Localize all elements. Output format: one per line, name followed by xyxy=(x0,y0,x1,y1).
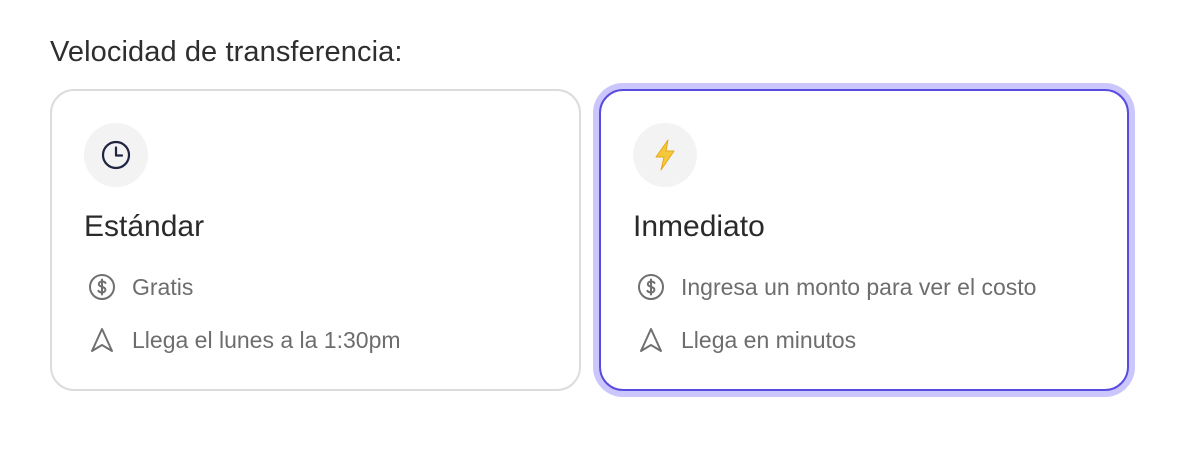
section-heading: Velocidad de transferencia: xyxy=(50,36,403,68)
speed-option-standard[interactable]: Estándar Gratis Llega el lunes a la 1:30… xyxy=(50,89,581,391)
option-arrival: Llega en minutos xyxy=(635,324,856,356)
navigation-arrow-icon xyxy=(86,324,118,356)
option-arrival: Llega el lunes a la 1:30pm xyxy=(86,324,401,356)
clock-icon xyxy=(84,123,148,187)
option-title: Inmediato xyxy=(633,210,765,243)
option-cost: Gratis xyxy=(86,271,193,303)
dollar-circle-icon xyxy=(635,271,667,303)
cost-text: Gratis xyxy=(132,274,194,300)
speed-options: Estándar Gratis Llega el lunes a la 1:30… xyxy=(50,89,1129,391)
option-title: Estándar xyxy=(84,210,205,243)
lightning-bolt-icon xyxy=(633,123,697,187)
speed-option-immediate[interactable]: Inmediato Ingresa un monto para ver el c… xyxy=(599,89,1129,391)
arrival-text: Llega en minutos xyxy=(681,327,857,353)
transfer-speed-section: Velocidad de transferencia: Estándar Gra… xyxy=(50,34,1129,391)
dollar-circle-icon xyxy=(86,271,118,303)
cost-text: Ingresa un monto para ver el costo xyxy=(681,274,1037,300)
arrival-text: Llega el lunes a la 1:30pm xyxy=(132,327,401,353)
navigation-arrow-icon xyxy=(635,324,667,356)
option-cost: Ingresa un monto para ver el costo xyxy=(635,271,1036,303)
